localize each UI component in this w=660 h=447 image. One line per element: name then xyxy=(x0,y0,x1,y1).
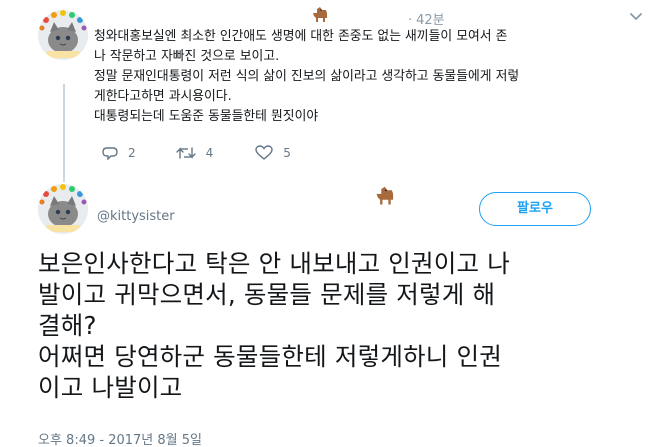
reply-line: 게한다고하면 과시용이다. xyxy=(94,89,232,104)
heart-icon xyxy=(255,145,273,160)
tweet-timestamp[interactable]: 오후 8:49 - 2017년 8월 5일 xyxy=(38,429,202,447)
tweet-line: 발이고 귀막으면서, 동물들 문제를 저렇게 해 xyxy=(38,280,496,309)
dog-emoji xyxy=(310,4,332,28)
like-count: 5 xyxy=(283,146,291,160)
tweet-text: 보은인사한다고 탁은 안 내보내고 인권이고 나 발이고 귀막으면서, 동물들 … xyxy=(38,248,648,403)
reply-icon xyxy=(102,147,118,160)
reply-line: 나 작문하고 자빠진 것으로 보이고. xyxy=(94,49,280,64)
thread-connector-line xyxy=(63,84,65,182)
reply-text: 청와대홍보실엔 최소한 인간애도 생명에 대한 존중도 없는 새끼들이 모여서 … xyxy=(94,27,614,127)
reply-button[interactable]: 2 xyxy=(102,146,136,160)
reply-line: 정말 문재인대통령이 저런 식의 삶이 진보의 삶이라고 생각하고 동물들에게 … xyxy=(94,69,520,84)
reply-actions: 2 4 5 xyxy=(102,145,331,161)
retweet-count: 4 xyxy=(205,146,214,160)
tweet-line: 결해? xyxy=(38,311,97,340)
reply-line: 청와대홍보실엔 최소한 인간애도 생명에 대한 존중도 없는 새끼들이 모여서 … xyxy=(94,29,508,44)
tweet-line: 어쩌면 당연하군 동물들한테 저렇게하니 인권 xyxy=(38,342,503,371)
retweet-icon xyxy=(175,147,196,159)
reply-count: 2 xyxy=(128,146,136,160)
reply-line: 대통령되는데 도움준 동물들한테 뭔짓이야 xyxy=(94,109,319,124)
dog-emoji xyxy=(373,183,399,211)
tweet-line: 이고 나발이고 xyxy=(38,373,183,402)
chevron-down-icon[interactable] xyxy=(629,12,643,22)
reply-timestamp[interactable]: · 42분 xyxy=(408,9,445,28)
follow-button[interactable]: 팔로우 xyxy=(479,192,591,226)
avatar[interactable] xyxy=(38,184,88,234)
avatar[interactable] xyxy=(38,10,88,60)
tweet-line: 보은인사한다고 탁은 안 내보내고 인권이고 나 xyxy=(38,249,510,278)
like-button[interactable]: 5 xyxy=(255,145,291,161)
retweet-button[interactable]: 4 xyxy=(175,146,214,160)
user-handle[interactable]: @kittysister xyxy=(97,209,175,224)
